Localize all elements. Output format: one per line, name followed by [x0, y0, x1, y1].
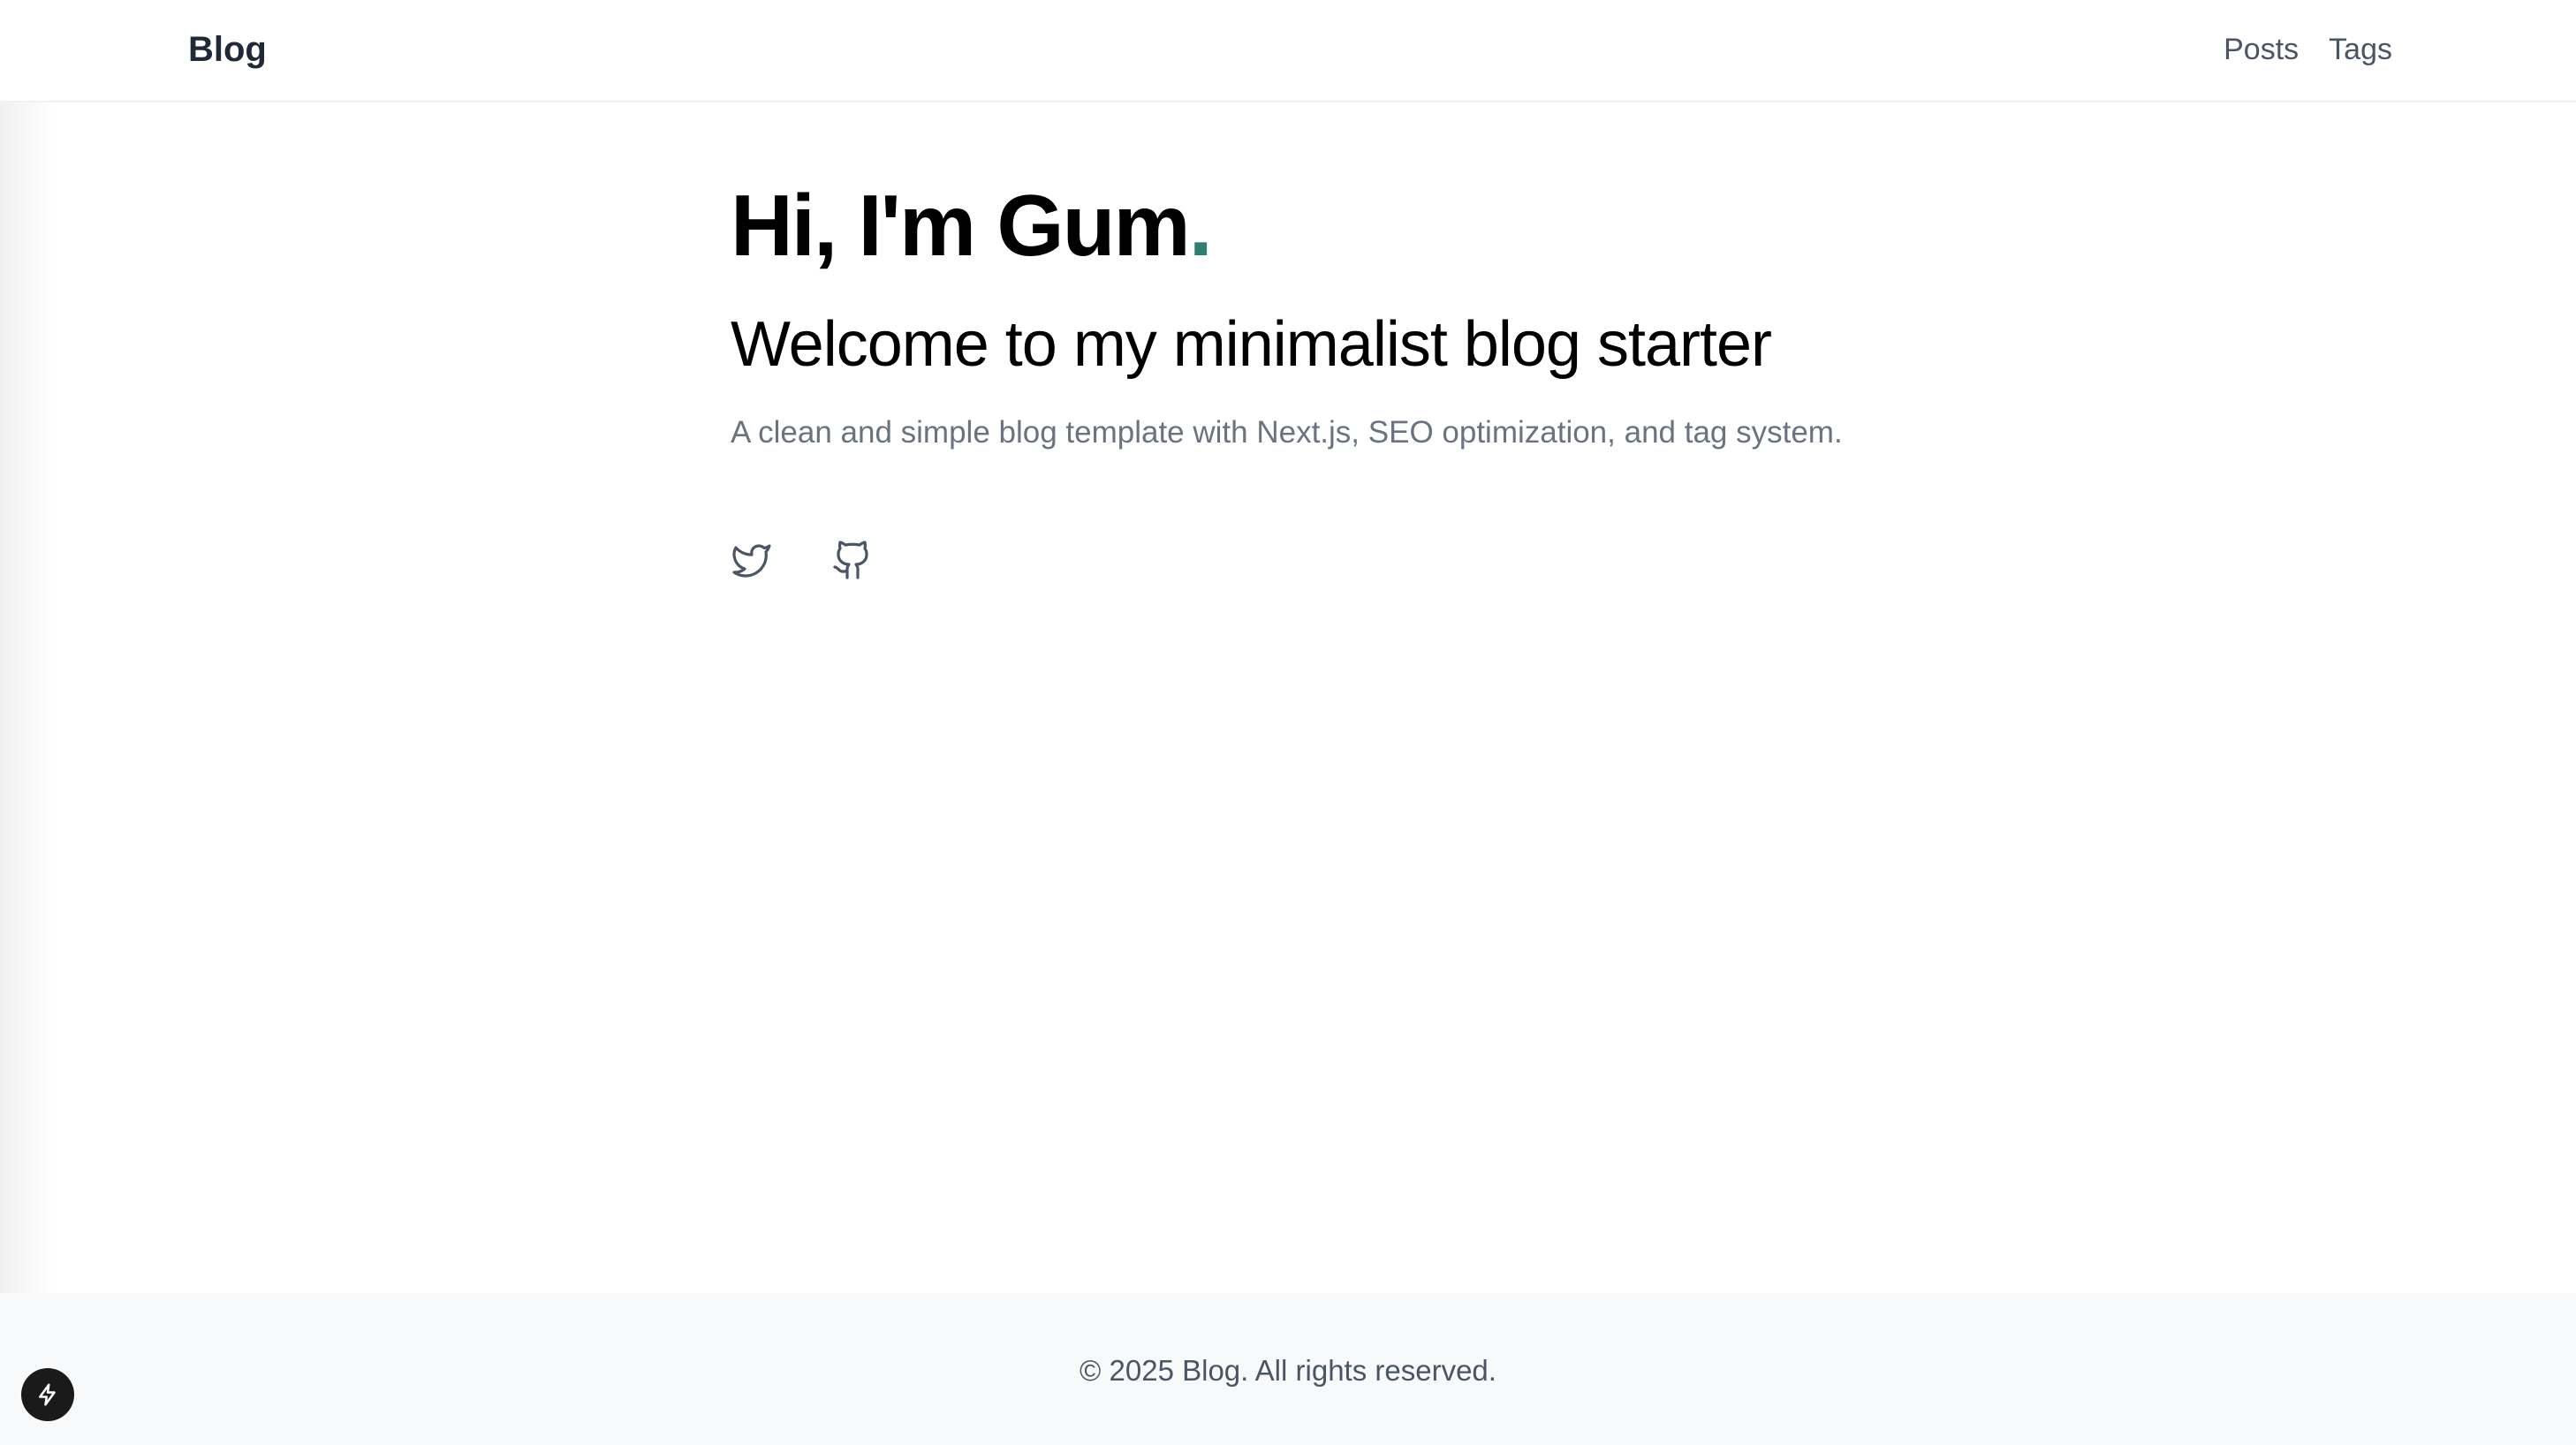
hero-title: Hi, I'm Gum.: [731, 172, 1879, 278]
footer-copyright: © 2025 Blog. All rights reserved.: [1080, 1354, 1496, 1387]
left-edge-shadow: [0, 0, 53, 1445]
page: Blog Posts Tags Hi, I'm Gum. Welcome to …: [0, 0, 2576, 1445]
twitter-icon: [732, 544, 771, 578]
github-icon: [833, 541, 868, 579]
nav-link-posts[interactable]: Posts: [2224, 26, 2299, 72]
hero-subtitle: Welcome to my minimalist blog starter: [731, 309, 1772, 380]
social-links: [731, 539, 1879, 581]
hero-section: Hi, I'm Gum. Welcome to my minimalist bl…: [731, 172, 1879, 581]
brand-link[interactable]: Blog: [188, 26, 267, 72]
twitter-link[interactable]: [731, 539, 773, 581]
lightning-icon: [39, 1383, 56, 1406]
github-link[interactable]: [831, 539, 874, 581]
site-header: Blog Posts Tags: [0, 0, 2576, 102]
site-footer: © 2025 Blog. All rights reserved.: [0, 1293, 2576, 1445]
hero-title-dot: .: [1188, 177, 1213, 274]
main-nav: Posts Tags: [2224, 26, 2392, 72]
hero-title-text: Hi, I'm Gum: [731, 177, 1191, 274]
nav-link-tags[interactable]: Tags: [2329, 26, 2392, 72]
dev-tools-button[interactable]: [21, 1368, 74, 1421]
hero-description: A clean and simple blog template with Ne…: [731, 415, 1843, 450]
